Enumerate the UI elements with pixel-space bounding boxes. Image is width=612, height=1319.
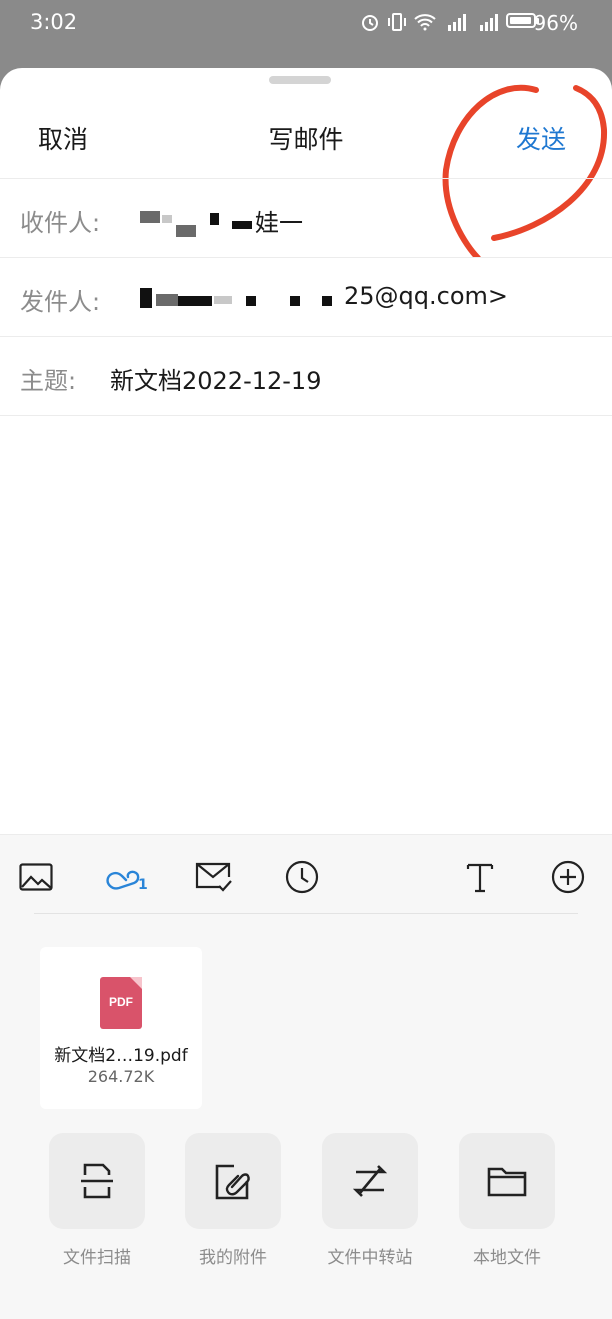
file-scan-button[interactable]: 文件扫描 (49, 1133, 145, 1268)
toolbar-divider (34, 913, 578, 914)
local-files-button[interactable]: 本地文件 (459, 1133, 555, 1268)
redaction (156, 294, 178, 306)
vibrate-icon (388, 13, 406, 31)
redaction (140, 288, 152, 308)
attachment-size: 264.72K (87, 1067, 155, 1086)
redaction (178, 296, 212, 306)
battery-icon (506, 13, 539, 28)
text-format-button[interactable] (460, 857, 500, 897)
alarm-icon (362, 15, 378, 31)
subject-field[interactable]: 主题: 新文档2022-12-19 (0, 336, 612, 416)
text-icon (466, 863, 494, 893)
status-time: 3:02 (30, 10, 78, 34)
image-icon (19, 863, 53, 891)
redaction (232, 221, 252, 229)
attachment-name: 新文档2…19.pdf (54, 1046, 188, 1066)
redaction (246, 296, 256, 306)
redaction (140, 211, 160, 223)
folder-icon (487, 1167, 527, 1197)
to-value: 娃一 (255, 209, 303, 237)
my-attachments-button[interactable]: 我的附件 (185, 1133, 281, 1268)
battery-percent: 96% (533, 11, 578, 35)
cancel-button[interactable]: 取消 (38, 120, 88, 156)
redaction (162, 215, 172, 223)
redaction (290, 296, 300, 306)
more-button[interactable] (548, 857, 588, 897)
sheet-handle[interactable] (269, 76, 331, 84)
clock-icon (285, 860, 319, 894)
from-label: 发件人: (20, 288, 101, 316)
transfer-icon (352, 1165, 388, 1197)
scan-icon (81, 1163, 113, 1199)
redaction (322, 296, 332, 306)
attachment-card[interactable]: PDF 新文档2…19.pdf 264.72K (40, 947, 202, 1109)
receipt-button[interactable] (194, 857, 234, 897)
plus-circle-icon (551, 860, 585, 894)
status-icons (360, 12, 500, 32)
subject-value: 新文档2022-12-19 (110, 367, 322, 395)
status-bar: 3:02 96% (0, 0, 612, 46)
subject-label: 主题: (20, 367, 77, 395)
signal-icon-2 (480, 14, 498, 31)
redaction (214, 296, 232, 304)
mail-check-icon (195, 862, 232, 892)
attachment-panel: 1 PDF 新文档2…19.pdf 264.72K 文件扫描 我的附件 文件中转… (0, 834, 612, 1319)
signal-icon (448, 14, 466, 31)
redaction (176, 225, 196, 237)
from-value: 25@qq.com> (344, 282, 509, 310)
redaction (210, 213, 219, 225)
file-transfer-button[interactable]: 文件中转站 (322, 1133, 418, 1268)
attachment-button[interactable]: 1 (104, 857, 150, 897)
wifi-icon (414, 14, 436, 31)
to-label: 收件人: (20, 209, 101, 237)
schedule-button[interactable] (282, 857, 322, 897)
pdf-icon: PDF (100, 977, 142, 1029)
from-field[interactable]: 发件人: 25@qq.com> (0, 257, 612, 336)
my-attachment-icon (215, 1164, 250, 1200)
to-field[interactable]: 收件人: 娃一 (0, 178, 612, 257)
attachment-count-badge: 1 (138, 877, 148, 893)
insert-image-button[interactable] (16, 857, 56, 897)
compose-sheet: 写邮件 取消 发送 收件人: 娃一 发件人: 25@qq.com> 主题: 新文… (0, 68, 612, 1319)
